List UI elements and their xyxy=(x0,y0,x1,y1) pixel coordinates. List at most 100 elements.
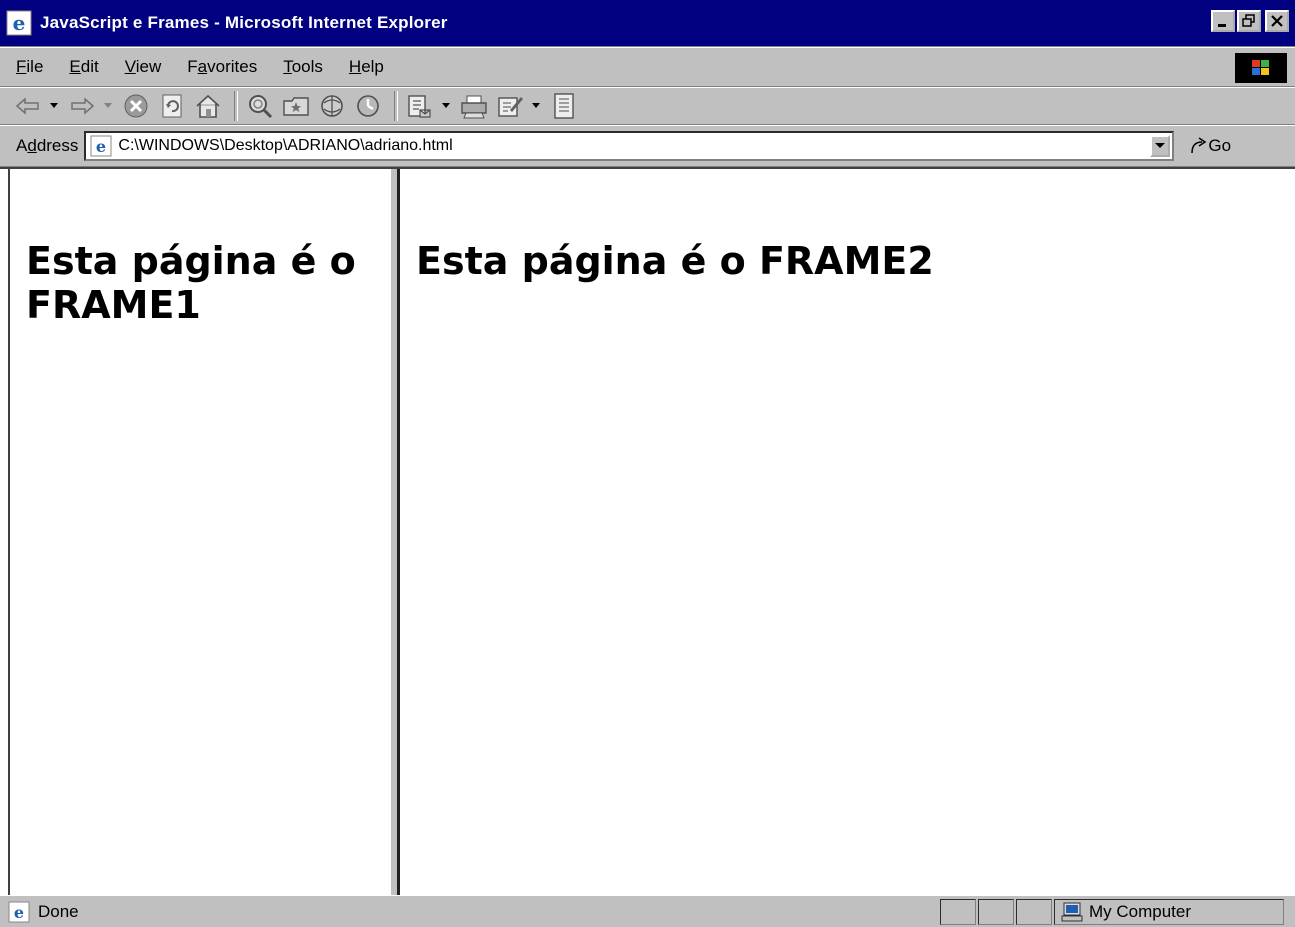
menu-view-label: iew xyxy=(135,57,162,76)
go-arrow-icon xyxy=(1191,137,1207,154)
windows-logo-throbber xyxy=(1235,53,1287,83)
discuss-icon xyxy=(554,93,574,119)
minimize-icon xyxy=(1218,24,1226,27)
frame-splitter[interactable] xyxy=(390,169,400,895)
stop-button[interactable] xyxy=(120,91,152,121)
minimize-button[interactable] xyxy=(1211,10,1235,32)
menu-favorites[interactable]: Favorites xyxy=(187,57,257,77)
menu-help-mnemonic: H xyxy=(348,57,362,76)
standard-toolbar xyxy=(0,87,1295,125)
menu-help[interactable]: Help xyxy=(349,57,384,77)
mail-dropdown[interactable] xyxy=(440,91,452,121)
address-url: C:\WINDOWS\Desktop\ADRIANO\adriano.html xyxy=(118,137,453,154)
address-dropdown-button[interactable] xyxy=(1150,135,1171,157)
menu-edit-label: dit xyxy=(80,57,99,76)
forward-button[interactable] xyxy=(66,91,98,121)
menu-view-mnemonic: V xyxy=(124,57,136,76)
status-main-pane: e Done xyxy=(0,901,938,923)
frame2: Esta página é o FRAME2 xyxy=(400,169,1295,895)
status-bar: e Done My Computer xyxy=(0,895,1295,927)
address-label: Address xyxy=(16,136,78,156)
edit-icon xyxy=(498,97,523,117)
menu-edit-mnemonic: E xyxy=(69,57,81,76)
maximize-button[interactable] xyxy=(1237,10,1261,32)
window-title: JavaScript e Frames - Microsoft Internet… xyxy=(40,13,448,32)
menu-view[interactable]: View xyxy=(125,57,162,77)
edit-button[interactable] xyxy=(494,91,526,121)
print-button[interactable] xyxy=(458,91,490,121)
address-label-mnemonic: d xyxy=(27,136,37,155)
my-computer-icon xyxy=(1061,902,1083,921)
home-icon xyxy=(196,94,220,118)
menu-tools-label: ools xyxy=(291,57,323,76)
menu-file-label: ile xyxy=(26,57,44,76)
forward-icon xyxy=(71,97,95,115)
dropdown-arrow-icon xyxy=(50,103,58,108)
menu-tools-mnemonic: T xyxy=(283,57,292,76)
close-icon xyxy=(1271,15,1283,27)
close-button[interactable] xyxy=(1265,10,1289,32)
page-icon: e xyxy=(90,135,112,157)
windows-flag-icon xyxy=(1252,60,1269,75)
frameset: Esta página é o FRAME1 Esta página é o F… xyxy=(0,167,1295,895)
menu-favorites-mnemonic: a xyxy=(197,57,208,76)
restore-icon xyxy=(1242,14,1255,27)
menu-tools[interactable]: Tools xyxy=(283,57,323,77)
history-button[interactable] xyxy=(352,91,384,121)
svg-text:e: e xyxy=(96,137,106,156)
toolbar-separator xyxy=(234,91,238,121)
ie-page-icon: e xyxy=(8,901,30,922)
home-button[interactable] xyxy=(192,91,224,121)
go-label: Go xyxy=(1208,136,1232,155)
frame2-heading: Esta página é o FRAME2 xyxy=(416,239,934,283)
edit-dropdown[interactable] xyxy=(530,91,542,121)
status-pane-2 xyxy=(978,898,1014,925)
dropdown-arrow-icon xyxy=(104,103,112,108)
frame1: Esta página é o FRAME1 xyxy=(8,169,390,895)
svg-text:e: e xyxy=(14,903,24,922)
refresh-button[interactable] xyxy=(156,91,188,121)
menu-bar: File Edit View Favorites Tools Help xyxy=(0,47,1295,87)
search-icon xyxy=(249,95,273,119)
title-bar[interactable]: e JavaScript e Frames - Microsoft Intern… xyxy=(0,0,1295,47)
status-text: Done xyxy=(38,901,79,921)
go-button[interactable]: Go xyxy=(1188,136,1231,156)
menu-edit[interactable]: Edit xyxy=(69,57,98,77)
svg-text:e: e xyxy=(13,11,26,35)
media-button[interactable] xyxy=(316,91,348,121)
address-bar: Address e C:\WINDOWS\Desktop\ADRIANO\adr… xyxy=(0,125,1295,167)
menu-favorites-pre: F xyxy=(187,57,198,76)
address-label-pre: A xyxy=(16,136,28,155)
dropdown-arrow-icon xyxy=(442,103,450,108)
security-zone-pane: My Computer xyxy=(1054,898,1284,925)
media-icon xyxy=(321,95,343,117)
menu-file[interactable]: File xyxy=(16,57,43,77)
mail-button[interactable] xyxy=(404,91,436,121)
history-icon xyxy=(357,95,379,117)
menu-help-label: elp xyxy=(361,57,384,76)
print-icon xyxy=(461,95,487,119)
menu-file-mnemonic: F xyxy=(16,57,27,76)
refresh-icon xyxy=(162,94,182,118)
discuss-button[interactable] xyxy=(548,91,580,121)
favorites-icon xyxy=(283,97,309,116)
back-button[interactable] xyxy=(12,91,44,121)
toolbar-separator xyxy=(394,91,398,121)
address-label-rest: dress xyxy=(36,136,79,155)
search-button[interactable] xyxy=(244,91,276,121)
favorites-button[interactable] xyxy=(280,91,312,121)
status-pane-1 xyxy=(940,898,976,925)
dropdown-arrow-icon xyxy=(532,103,540,108)
address-input[interactable]: e C:\WINDOWS\Desktop\ADRIANO\adriano.htm… xyxy=(84,131,1175,161)
frame1-heading: Esta página é o FRAME1 xyxy=(26,239,356,327)
mail-icon xyxy=(408,95,431,118)
stop-icon xyxy=(124,94,148,118)
dropdown-arrow-icon xyxy=(1155,143,1166,148)
status-pane-3 xyxy=(1016,898,1052,925)
security-zone-text: My Computer xyxy=(1089,901,1192,921)
menu-favorites-label: vorites xyxy=(207,57,258,76)
back-dropdown[interactable] xyxy=(48,91,60,121)
forward-dropdown[interactable] xyxy=(102,91,114,121)
ie-icon: e xyxy=(6,10,32,36)
back-icon xyxy=(15,97,39,115)
